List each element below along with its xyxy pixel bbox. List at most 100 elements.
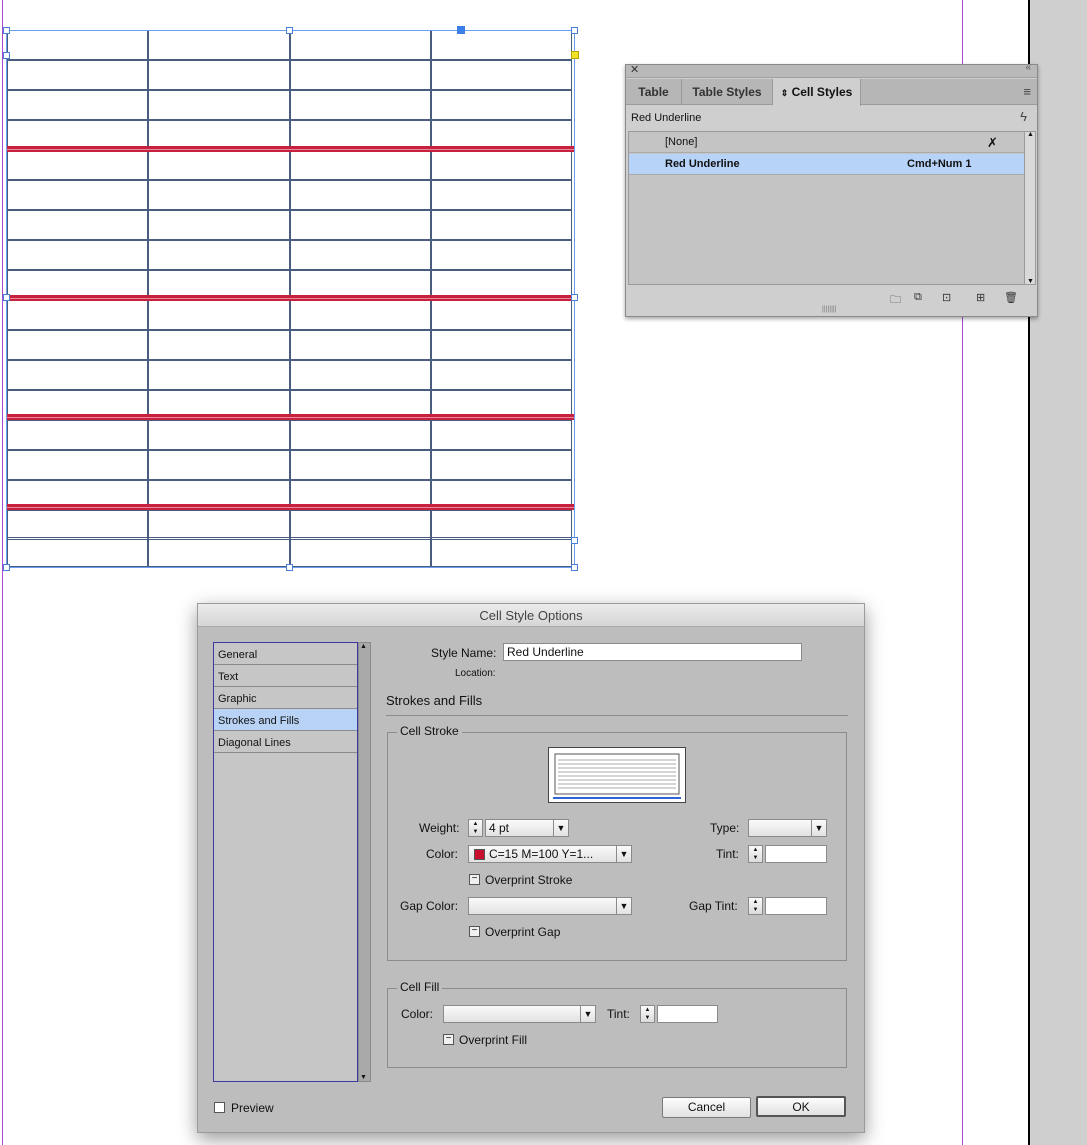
table-selection-frame xyxy=(6,30,575,568)
resize-handle-bottom-right[interactable] xyxy=(571,564,578,571)
cell-fill-group xyxy=(387,988,847,1068)
tab-table[interactable]: Table xyxy=(626,79,682,105)
scroll-down-icon[interactable]: ▼ xyxy=(1027,278,1034,285)
style-name-input[interactable]: Red Underline xyxy=(503,643,802,661)
list-item-none[interactable]: [None] ✗ xyxy=(629,132,1025,153)
resize-handle-middle-right[interactable] xyxy=(571,294,578,301)
scroll-up-icon[interactable]: ▲ xyxy=(1027,131,1034,138)
overprint-fill-label: Overprint Fill xyxy=(459,1033,528,1047)
cell-fill-legend: Cell Fill xyxy=(397,980,443,994)
weight-stepper[interactable]: ▲ ▼ xyxy=(468,819,483,837)
weight-value: 4 pt xyxy=(489,821,510,835)
style-list-scrollbar[interactable]: ▲ ▼ xyxy=(1024,131,1036,285)
cell-style-options-dialog: Cell Style Options General Text Graphic Str… xyxy=(197,603,865,1133)
resize-handle-bottom-center[interactable] xyxy=(286,564,293,571)
chevron-down-icon: ▼ xyxy=(811,820,826,836)
resize-handle-top-left[interactable] xyxy=(3,27,10,34)
in-port-handle[interactable] xyxy=(3,52,10,59)
color-swatch-icon xyxy=(474,849,485,860)
style-name-label: Style Name: xyxy=(431,646,497,660)
frame-anchor-handle[interactable] xyxy=(457,26,465,34)
tab-cell-styles-label: Cell Styles xyxy=(791,85,853,99)
close-icon[interactable]: ✕ xyxy=(630,63,639,76)
panel-menu-icon[interactable]: ≡ xyxy=(1023,84,1031,99)
stroke-color-value: C=15 M=100 Y=1... xyxy=(489,847,594,861)
cancel-button[interactable]: Cancel xyxy=(662,1097,751,1118)
weight-dropdown[interactable]: 4 pt ▼ xyxy=(485,819,569,837)
dialog-title: Cell Style Options xyxy=(198,604,864,627)
new-style-group-icon[interactable]: 🗀 xyxy=(890,291,901,310)
type-dropdown[interactable]: ▼ xyxy=(748,819,827,837)
preview-label: Preview xyxy=(231,1101,274,1115)
overprint-gap-checkbox[interactable]: − xyxy=(469,926,480,937)
tint-label: Tint: xyxy=(716,847,739,861)
gap-tint-input[interactable] xyxy=(765,897,827,915)
color-label: Color: xyxy=(426,847,459,861)
trash-icon[interactable]: 🗑 xyxy=(1004,291,1018,304)
fill-tint-label: Tint: xyxy=(607,1007,630,1021)
category-item-diagonal-lines[interactable]: Diagonal Lines xyxy=(214,731,357,753)
stroke-proxy-preview[interactable] xyxy=(548,747,686,803)
category-item-graphic[interactable]: Graphic xyxy=(214,687,357,709)
resize-grip-icon[interactable]: |||||||| xyxy=(822,306,837,313)
resize-handle-top-right[interactable] xyxy=(571,27,578,34)
style-list: [None] ✗ Red Underline Cmd+Num 1 xyxy=(628,131,1025,285)
reorder-icon: ⇕ xyxy=(780,88,789,98)
fill-tint-stepper[interactable]: ▲ ▼ xyxy=(640,1005,655,1023)
stroke-proxy-icon xyxy=(553,753,681,799)
chevron-down-icon: ▼ xyxy=(616,846,631,862)
list-item-red-underline[interactable]: Red Underline Cmd+Num 1 xyxy=(629,154,1025,175)
current-style-label: Red Underline xyxy=(631,112,702,124)
style-shortcut: Cmd+Num 1 xyxy=(907,158,972,170)
preview-checkbox[interactable] xyxy=(214,1102,225,1113)
fill-tint-input[interactable] xyxy=(657,1005,718,1023)
weight-label: Weight: xyxy=(419,821,460,835)
panel-titlebar[interactable]: ✕ « xyxy=(626,62,1037,78)
out-port-handle[interactable] xyxy=(571,537,578,544)
resize-handle-bottom-left[interactable] xyxy=(3,564,10,571)
panel-tab-bar: Table Table Styles ⇕ Cell Styles ≡ xyxy=(626,79,1037,106)
overprint-gap-label: Overprint Gap xyxy=(485,925,561,939)
section-title: Strokes and Fills xyxy=(386,693,483,708)
new-style-icon[interactable]: ⊞ xyxy=(976,291,985,304)
category-item-strokes-and-fills[interactable]: Strokes and Fills xyxy=(214,709,357,731)
category-list: General Text Graphic Strokes and Fills Diago… xyxy=(213,642,358,1082)
style-name: [None] xyxy=(665,136,698,148)
section-divider xyxy=(386,715,848,716)
stroke-color-dropdown[interactable]: C=15 M=100 Y=1... ▼ xyxy=(468,845,632,863)
cell-styles-panel: ✕ « Table Table Styles ⇕ Cell Styles ≡ R… xyxy=(625,62,1038,317)
chevron-down-icon: ▼ xyxy=(580,1006,595,1022)
category-item-general[interactable]: General xyxy=(214,643,357,665)
resize-handle-top-center[interactable] xyxy=(286,27,293,34)
gap-color-dropdown[interactable]: ▼ xyxy=(468,897,632,915)
overprint-fill-checkbox[interactable]: − xyxy=(443,1034,454,1045)
resize-handle-middle-left[interactable] xyxy=(3,294,10,301)
category-scrollbar[interactable]: ▲ ▼ xyxy=(358,642,371,1082)
gap-tint-label: Gap Tint: xyxy=(689,899,738,913)
type-label: Type: xyxy=(710,821,740,835)
ok-button[interactable]: OK xyxy=(756,1096,846,1117)
load-styles-icon[interactable]: ⧉ xyxy=(914,291,922,304)
tab-table-styles[interactable]: Table Styles xyxy=(682,79,773,105)
chevron-down-icon: ▼ xyxy=(616,898,631,914)
cell-stroke-legend: Cell Stroke xyxy=(397,724,462,738)
left-margin-guide xyxy=(2,0,3,1145)
tint-stepper[interactable]: ▲ ▼ xyxy=(748,845,763,863)
tint-input[interactable] xyxy=(765,845,827,863)
overprint-stroke-label: Overprint Stroke xyxy=(485,873,573,887)
corner-option-handle[interactable] xyxy=(571,51,579,59)
category-item-text[interactable]: Text xyxy=(214,665,357,687)
fill-color-label: Color: xyxy=(401,1007,434,1021)
clear-overrides-button-icon[interactable]: ⊡ xyxy=(942,291,951,304)
gap-tint-stepper[interactable]: ▲ ▼ xyxy=(748,897,763,915)
clear-overrides-icon[interactable]: ϟ xyxy=(1020,109,1027,124)
style-name: Red Underline xyxy=(665,158,740,170)
overprint-stroke-checkbox[interactable]: − xyxy=(469,874,480,885)
no-edit-icon: ✗ xyxy=(987,135,998,150)
fill-color-dropdown[interactable]: ▼ xyxy=(443,1005,596,1023)
scroll-down-icon[interactable]: ▼ xyxy=(360,1074,367,1081)
collapse-icon[interactable]: « xyxy=(1025,62,1031,73)
tab-cell-styles[interactable]: ⇕ Cell Styles xyxy=(773,79,861,106)
scroll-up-icon[interactable]: ▲ xyxy=(360,643,367,650)
location-label: Location: xyxy=(455,668,496,679)
